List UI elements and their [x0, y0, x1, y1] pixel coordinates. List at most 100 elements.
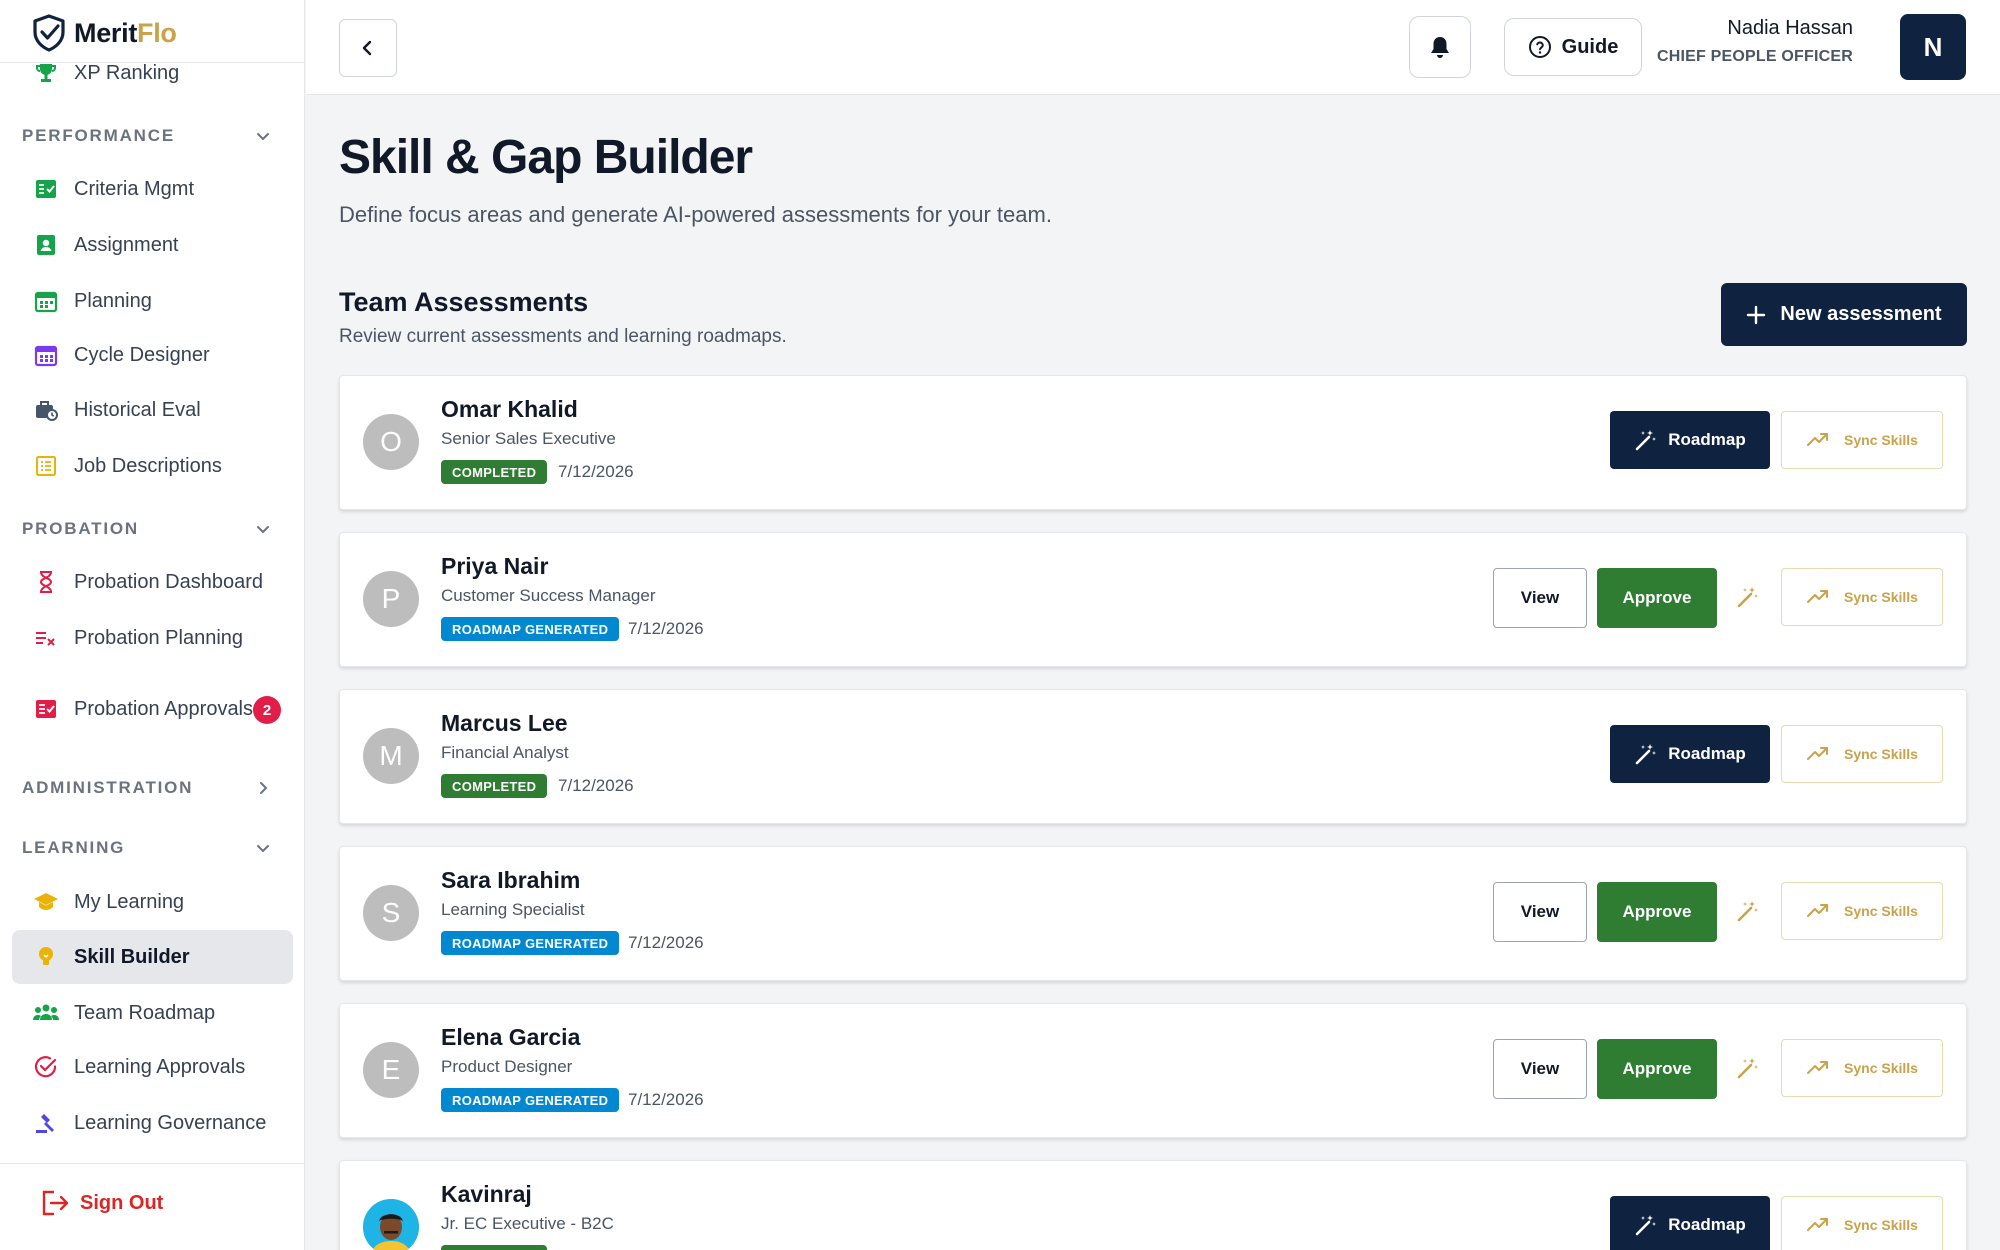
- sidebar-item-historical-eval[interactable]: Historical Eval: [12, 383, 293, 437]
- status-badge: ROADMAP GENERATED: [441, 1088, 620, 1112]
- roadmap-button[interactable]: Roadmap: [1610, 725, 1770, 783]
- employee-role: Senior Sales Executive: [441, 429, 616, 448]
- chevron-down-icon: [257, 845, 269, 853]
- sign-out-button[interactable]: Sign Out: [40, 1189, 163, 1217]
- sidebar-item-label: Probation Planning: [74, 626, 244, 649]
- sidebar-item-planning[interactable]: Planning: [12, 274, 293, 328]
- status-badge: COMPLETED: [441, 460, 548, 484]
- logout-icon: [42, 1190, 69, 1216]
- section-learning[interactable]: LEARNING: [22, 833, 272, 863]
- roadmap-button[interactable]: Roadmap: [1610, 411, 1770, 469]
- employee-role: Learning Specialist: [441, 900, 585, 919]
- sidebar-item-label: Job Descriptions: [74, 454, 222, 477]
- sidebar-item-job-descriptions[interactable]: Job Descriptions: [12, 439, 293, 493]
- notifications-button[interactable]: [1409, 16, 1471, 78]
- sidebar-item-probation-dashboard[interactable]: Probation Dashboard: [12, 555, 293, 609]
- bell-icon: [1431, 37, 1449, 58]
- sync-skills-button[interactable]: Sync Skills: [1781, 882, 1943, 940]
- generate-roadmap-button[interactable]: [1730, 579, 1766, 615]
- new-assessment-button[interactable]: New assessment: [1721, 283, 1967, 346]
- sidebar-item-criteria-mgmt[interactable]: Criteria Mgmt: [12, 162, 293, 216]
- sync-skills-button[interactable]: Sync Skills: [1781, 568, 1943, 626]
- help-circle-icon: [1528, 36, 1551, 58]
- trending-up-icon: [1807, 747, 1829, 760]
- user-avatar[interactable]: N: [1900, 14, 1966, 80]
- user-role: CHIEF PEOPLE OFFICER: [1656, 48, 1853, 65]
- section-title: ADMINISTRATION: [22, 778, 194, 797]
- sidebar: MeritFlo XP Ranking PERFORMANCE Criteria…: [0, 0, 305, 1250]
- status-badge: COMPLETED: [441, 1245, 548, 1250]
- section-probation[interactable]: PROBATION: [22, 514, 272, 544]
- new-assessment-label: New assessment: [1780, 303, 1942, 325]
- trophy-icon: [32, 59, 60, 87]
- sidebar-item-xp-ranking[interactable]: XP Ranking: [12, 47, 293, 99]
- generate-roadmap-button[interactable]: [1730, 893, 1766, 929]
- sidebar-item-cycle-designer[interactable]: Cycle Designer: [12, 328, 293, 382]
- notification-badge: 2: [253, 696, 281, 724]
- section-title: PERFORMANCE: [22, 126, 175, 145]
- sync-skills-button[interactable]: Sync Skills: [1781, 725, 1943, 783]
- sync-skills-label: Sync Skills: [1844, 589, 1918, 605]
- sidebar-item-my-learning[interactable]: My Learning: [12, 875, 293, 929]
- approve-button[interactable]: Approve: [1597, 1039, 1717, 1099]
- section-title: LEARNING: [22, 838, 126, 857]
- page-title: Skill & Gap Builder: [339, 131, 753, 184]
- employee-role: Financial Analyst: [441, 743, 569, 762]
- view-button[interactable]: View: [1493, 882, 1587, 942]
- assessment-card: S Sara Ibrahim Learning Specialist ROADMAP …: [339, 846, 1967, 981]
- magic-wand-icon: [1635, 744, 1657, 765]
- section-administration[interactable]: ADMINISTRATION: [22, 773, 272, 803]
- list-doc-icon: [32, 452, 60, 480]
- roadmap-button[interactable]: Roadmap: [1610, 1196, 1770, 1250]
- sidebar-item-label: Cycle Designer: [74, 343, 210, 366]
- view-button[interactable]: View: [1493, 1039, 1587, 1099]
- generate-roadmap-button[interactable]: [1730, 1050, 1766, 1086]
- back-button[interactable]: [339, 19, 397, 77]
- section-subtitle: Review current assessments and learning …: [339, 326, 787, 347]
- roadmap-label: Roadmap: [1668, 430, 1746, 449]
- sidebar-item-learning-governance[interactable]: Learning Governance: [12, 1096, 293, 1150]
- sync-skills-label: Sync Skills: [1844, 432, 1918, 448]
- guide-button[interactable]: Guide: [1504, 18, 1642, 76]
- top-bar: Guide Nadia Hassan CHIEF PEOPLE OFFICER …: [306, 0, 2000, 95]
- sync-skills-button[interactable]: Sync Skills: [1781, 1039, 1943, 1097]
- employee-role: Customer Success Manager: [441, 586, 656, 605]
- status-badge: ROADMAP GENERATED: [441, 617, 620, 641]
- section-title: Team Assessments: [339, 287, 589, 317]
- sync-skills-label: Sync Skills: [1844, 903, 1918, 919]
- avatar: E: [363, 1042, 419, 1098]
- sidebar-item-assignment[interactable]: Assignment: [12, 218, 293, 272]
- hourglass-icon: [32, 568, 60, 596]
- plus-icon: [1747, 305, 1766, 324]
- section-performance[interactable]: PERFORMANCE: [22, 121, 272, 151]
- assessment-card: E Elena Garcia Product Designer ROADMAP GEN…: [339, 1003, 1967, 1138]
- employee-name: Kavinraj: [441, 1181, 532, 1207]
- user-badge-icon: [32, 231, 60, 259]
- sidebar-item-label: Probation Approvals: [74, 698, 254, 720]
- approve-button[interactable]: Approve: [1597, 882, 1717, 942]
- assessment-date: 7/12/2026: [558, 776, 634, 795]
- gavel-icon: [32, 1109, 60, 1137]
- sidebar-item-label: Skill Builder: [74, 945, 190, 968]
- avatar: M: [363, 728, 419, 784]
- sidebar-item-probation-planning[interactable]: Probation Planning: [12, 611, 293, 665]
- magic-wand-icon: [1635, 430, 1657, 451]
- sync-skills-button[interactable]: Sync Skills: [1781, 1196, 1943, 1250]
- team-icon: [32, 999, 60, 1027]
- approve-button[interactable]: Approve: [1597, 568, 1717, 628]
- sidebar-item-label: Learning Governance: [74, 1111, 267, 1134]
- chevron-right-icon: [260, 782, 268, 794]
- sidebar-item-learning-approvals[interactable]: Learning Approvals: [12, 1040, 293, 1094]
- sync-skills-button[interactable]: Sync Skills: [1781, 411, 1943, 469]
- roadmap-label: Roadmap: [1668, 744, 1746, 763]
- view-button[interactable]: View: [1493, 568, 1587, 628]
- trending-up-icon: [1807, 590, 1829, 603]
- approval-list-icon: [32, 695, 60, 723]
- avatar-photo: [363, 1199, 419, 1250]
- sidebar-item-team-roadmap[interactable]: Team Roadmap: [12, 986, 293, 1040]
- sidebar-item-skill-builder[interactable]: Skill Builder: [12, 930, 293, 984]
- sidebar-item-probation-approvals[interactable]: Probation Approvals 2: [12, 672, 293, 746]
- calendar-icon: [32, 287, 60, 315]
- employee-name: Sara Ibrahim: [441, 867, 581, 893]
- lightbulb-icon: [32, 943, 60, 971]
